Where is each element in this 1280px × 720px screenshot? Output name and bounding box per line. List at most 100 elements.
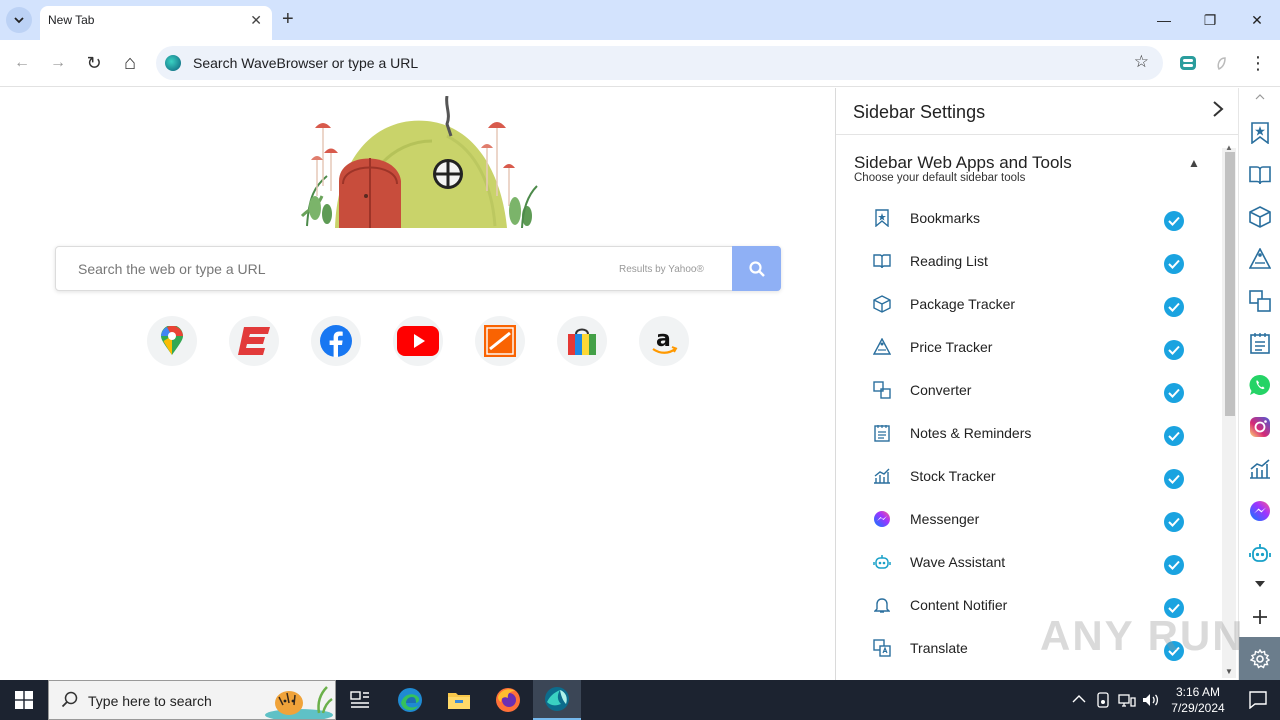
tool-label: Bookmarks	[910, 210, 981, 226]
address-bar[interactable]: Search WaveBrowser or type a URL ☆	[156, 46, 1163, 80]
bell-icon	[872, 595, 892, 615]
tool-label: Messenger	[910, 511, 980, 527]
shopping-bag-icon	[568, 328, 596, 355]
rail-settings-button[interactable]	[1239, 637, 1280, 680]
rail-converter-button[interactable]	[1248, 289, 1272, 313]
scroll-down-arrow-icon[interactable]: ▼	[1225, 667, 1233, 676]
new-tab-page: Search the web or type a URL Results by …	[0, 88, 835, 680]
notification-center-button[interactable]	[1236, 680, 1280, 720]
svg-text:a: a	[656, 327, 671, 352]
rail-scroll-up-icon[interactable]	[1248, 90, 1272, 104]
wavebrowser-icon	[545, 687, 569, 711]
tray-overflow-chevron-icon[interactable]	[1072, 692, 1086, 707]
taskbar-wavebrowser[interactable]	[533, 680, 581, 720]
search-icon	[61, 691, 78, 708]
enabled-check-icon[interactable]	[1164, 469, 1184, 489]
rail-whatsapp-button[interactable]	[1248, 373, 1272, 397]
rail-add-button[interactable]	[1248, 605, 1272, 629]
collapse-panel-chevron-icon[interactable]	[1212, 100, 1224, 124]
robot-icon	[1249, 544, 1271, 562]
search-highlight-tiger-illustration	[265, 686, 333, 719]
youtube-icon	[397, 326, 439, 356]
task-view-button[interactable]	[336, 680, 384, 720]
rail-stock-tracker-button[interactable]	[1248, 457, 1272, 481]
enabled-check-icon[interactable]	[1164, 340, 1184, 360]
tool-label: Wave Assistant	[910, 554, 1006, 570]
tab-new-tab[interactable]: New Tab ✕	[40, 6, 272, 40]
tool-row-stock-tracker[interactable]: Stock Tracker	[836, 462, 1216, 505]
ntp-search-button[interactable]	[732, 246, 781, 291]
tool-row-reading-list[interactable]: Reading List	[836, 247, 1216, 290]
folder-icon	[448, 693, 470, 709]
clock-time: 3:16 AM	[1175, 685, 1221, 699]
minimize-button[interactable]: —	[1152, 8, 1176, 32]
gear-icon	[1250, 648, 1270, 669]
taskbar-file-explorer[interactable]	[435, 680, 483, 720]
rail-instagram-button[interactable]	[1248, 415, 1272, 439]
search-icon	[748, 260, 765, 277]
panel-scrollbar[interactable]: ▲ ▼	[1222, 143, 1236, 678]
shortcut-shopping[interactable]	[557, 316, 607, 366]
amazon-icon: a	[652, 327, 678, 354]
collapse-section-caret-icon[interactable]: ▲	[1188, 156, 1200, 170]
shortcut-amazon[interactable]: a	[639, 316, 689, 366]
notification-icon	[1249, 691, 1267, 709]
enabled-check-icon[interactable]	[1164, 555, 1184, 575]
tool-row-price-tracker[interactable]: Price Tracker	[836, 333, 1216, 376]
extension-icon[interactable]	[1212, 53, 1232, 73]
tray-device-icon[interactable]	[1096, 692, 1110, 711]
ntp-search-placeholder: Search the web or type a URL	[78, 261, 266, 277]
sidebar-toggle-icon[interactable]	[1178, 53, 1198, 73]
menu-kebab-icon[interactable]: ⋮	[1248, 53, 1268, 73]
back-button[interactable]: ←	[10, 51, 34, 75]
rail-package-tracker-button[interactable]	[1248, 205, 1272, 229]
home-button[interactable]: ⌂	[118, 51, 142, 75]
bookmark-star-icon[interactable]: ☆	[1134, 52, 1149, 72]
section-title: Sidebar Web Apps and Tools	[854, 153, 1072, 172]
edge-icon	[398, 688, 422, 712]
taskbar-firefox[interactable]	[484, 680, 532, 720]
taskbar-search-box[interactable]: Type here to search	[48, 680, 336, 720]
shortcut-youtube[interactable]	[393, 316, 443, 366]
espn-icon	[238, 327, 270, 355]
rail-notes-button[interactable]	[1248, 331, 1272, 355]
tool-row-converter[interactable]: Converter	[836, 376, 1216, 419]
rail-price-tracker-button[interactable]	[1248, 247, 1272, 271]
shortcut-facebook[interactable]	[311, 316, 361, 366]
new-tab-button[interactable]: +	[282, 9, 294, 29]
enabled-check-icon[interactable]	[1164, 426, 1184, 446]
taskbar-clock[interactable]: 3:16 AM 7/29/2024	[1160, 684, 1236, 716]
shortcut-espn[interactable]	[229, 316, 279, 366]
close-window-button[interactable]: ✕	[1245, 8, 1269, 32]
rail-reading-list-button[interactable]	[1248, 163, 1272, 187]
tool-row-bookmarks[interactable]: Bookmarks	[836, 204, 1216, 247]
tool-row-messenger[interactable]: Messenger	[836, 505, 1216, 548]
tool-row-wave-assistant[interactable]: Wave Assistant	[836, 548, 1216, 591]
shortcut-google-maps[interactable]	[147, 316, 197, 366]
tab-close-icon[interactable]: ✕	[250, 12, 262, 29]
ntp-search-box[interactable]: Search the web or type a URL Results by …	[55, 246, 781, 291]
rail-messenger-button[interactable]	[1248, 499, 1272, 523]
maximize-button[interactable]: ❐	[1198, 8, 1222, 32]
enabled-check-icon[interactable]	[1164, 383, 1184, 403]
tray-network-icon[interactable]	[1118, 692, 1136, 711]
enabled-check-icon[interactable]	[1164, 211, 1184, 231]
enabled-check-icon[interactable]	[1164, 512, 1184, 532]
tool-row-package-tracker[interactable]: Package Tracker	[836, 290, 1216, 333]
scroll-up-arrow-icon[interactable]: ▲	[1225, 143, 1233, 152]
rail-wave-assistant-button[interactable]	[1248, 541, 1272, 565]
tab-search-button[interactable]	[6, 7, 32, 33]
rail-more-chevron-icon[interactable]	[1248, 572, 1272, 596]
shortcut-home-depot[interactable]	[475, 316, 525, 366]
start-button[interactable]	[0, 680, 48, 720]
reload-button[interactable]: ↻	[82, 51, 106, 75]
title-bar: New Tab ✕ + — ❐ ✕	[0, 0, 1280, 40]
enabled-check-icon[interactable]	[1164, 254, 1184, 274]
taskbar-edge[interactable]	[386, 680, 434, 720]
enabled-check-icon[interactable]	[1164, 297, 1184, 317]
tool-row-notes-reminders[interactable]: Notes & Reminders	[836, 419, 1216, 462]
scrollbar-thumb[interactable]	[1225, 152, 1235, 416]
rail-bookmarks-button[interactable]	[1248, 121, 1272, 145]
forward-button[interactable]: →	[46, 51, 70, 75]
tray-volume-icon[interactable]	[1142, 692, 1160, 711]
